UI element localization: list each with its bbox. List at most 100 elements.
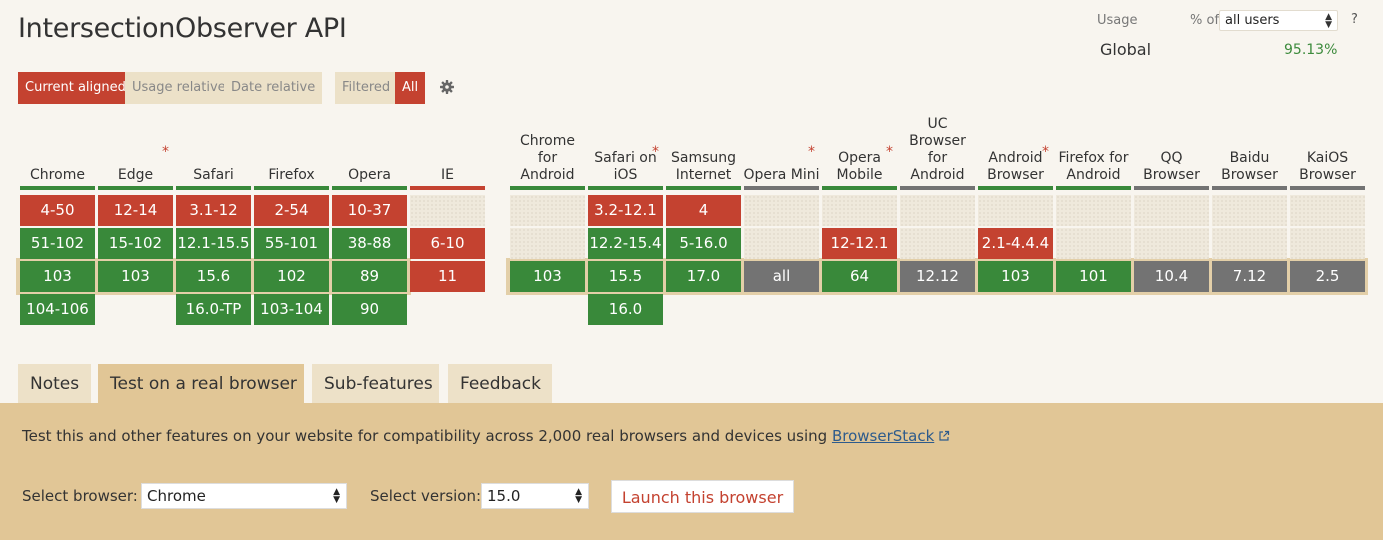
- support-cell[interactable]: 11: [410, 261, 485, 292]
- support-cell[interactable]: 12.2-15.4: [588, 228, 663, 259]
- current-aligned-button[interactable]: Current aligned: [18, 72, 133, 104]
- browser-header-uc-browser-for-android: UC Browser for Android: [899, 114, 976, 184]
- support-cell[interactable]: 3.2-12.1: [588, 195, 663, 226]
- all-button[interactable]: All: [395, 72, 426, 104]
- browser-name-line: Samsung: [670, 150, 737, 166]
- support-cell: [744, 228, 819, 259]
- support-cell[interactable]: 12.1-15.5: [176, 228, 251, 259]
- support-cell[interactable]: 89: [332, 261, 407, 292]
- support-cell[interactable]: 5-16.0: [666, 228, 741, 259]
- support-cell[interactable]: 7.12: [1212, 261, 1287, 292]
- browser-name-line: QQ: [1160, 150, 1183, 166]
- support-cell[interactable]: 12.12: [900, 261, 975, 292]
- support-cell[interactable]: 104-106: [20, 294, 95, 325]
- browser-support-bar: [20, 186, 95, 190]
- support-cell[interactable]: 102: [254, 261, 329, 292]
- percent-of-label: % of: [1190, 13, 1220, 28]
- support-cell: [1134, 228, 1209, 259]
- browser-name-line: iOS: [613, 167, 638, 183]
- browser-support-bar: [666, 186, 741, 190]
- support-cell[interactable]: 6-10: [410, 228, 485, 259]
- browser-support-bar: [98, 186, 173, 190]
- tab-feedback[interactable]: Feedback: [448, 364, 552, 404]
- browser-header-baidu-browser: Baidu Browser: [1211, 114, 1288, 184]
- description-text: Test this and other features on your web…: [22, 427, 832, 445]
- usage-label: Usage: [1097, 13, 1138, 28]
- support-cell[interactable]: all: [744, 261, 819, 292]
- browser-name-line: Safari on: [594, 150, 657, 166]
- browser-name-line: for: [537, 150, 558, 166]
- support-cell[interactable]: 16.0: [588, 294, 663, 325]
- filtered-button[interactable]: Filtered: [335, 72, 398, 104]
- browser-name-line: Opera Mini: [743, 167, 820, 183]
- browser-name-line: Browser: [909, 133, 966, 149]
- browser-support-bar: [1134, 186, 1209, 190]
- support-cell[interactable]: 64: [822, 261, 897, 292]
- browser-support-bar: [410, 186, 485, 190]
- support-cell[interactable]: 17.0: [666, 261, 741, 292]
- browser-name-line: Android: [520, 167, 575, 183]
- support-cell[interactable]: 12-12.1: [822, 228, 897, 259]
- browser-header-samsung-internet: Samsung Internet: [665, 114, 742, 184]
- support-cell: [1056, 195, 1131, 226]
- support-cell[interactable]: 10-37: [332, 195, 407, 226]
- partial-support-note-icon: *: [652, 144, 659, 160]
- support-cell[interactable]: 103: [20, 261, 95, 292]
- browser-header-qq-browser: QQ Browser: [1133, 114, 1210, 184]
- tab-notes[interactable]: Notes: [18, 364, 91, 404]
- support-cell[interactable]: 2.5: [1290, 261, 1365, 292]
- support-cell[interactable]: 12-14: [98, 195, 173, 226]
- support-cell: [1134, 195, 1209, 226]
- support-cell: [510, 195, 585, 226]
- global-label: Global: [1100, 40, 1152, 59]
- browser-name-line: for: [927, 150, 948, 166]
- support-cell[interactable]: 15-102: [98, 228, 173, 259]
- support-cell[interactable]: 103: [98, 261, 173, 292]
- browser-support-bar: [588, 186, 663, 190]
- support-cell[interactable]: 2.1-4.4.4: [978, 228, 1053, 259]
- support-cell[interactable]: 2-54: [254, 195, 329, 226]
- support-cell[interactable]: 4-50: [20, 195, 95, 226]
- support-cell: [1212, 228, 1287, 259]
- support-cell[interactable]: 55-101: [254, 228, 329, 259]
- support-cell[interactable]: 103: [978, 261, 1053, 292]
- support-cell: [1290, 195, 1365, 226]
- support-cell[interactable]: 103-104: [254, 294, 329, 325]
- date-relative-button[interactable]: Date relative: [224, 72, 323, 104]
- support-cell[interactable]: 15.6: [176, 261, 251, 292]
- support-cell[interactable]: 38-88: [332, 228, 407, 259]
- browser-support-bar: [332, 186, 407, 190]
- support-cell: [410, 195, 485, 226]
- support-cell[interactable]: 16.0-TP: [176, 294, 251, 325]
- launch-browser-button[interactable]: Launch this browser: [611, 480, 794, 513]
- browser-name-line: Browser: [1143, 167, 1200, 183]
- page-title: IntersectionObserver API: [18, 13, 347, 44]
- browserstack-link[interactable]: BrowserStack: [832, 427, 934, 445]
- tab-sub-features[interactable]: Sub-features: [312, 364, 439, 404]
- tab-test-on-real-browser[interactable]: Test on a real browser: [98, 364, 304, 404]
- settings-gear-icon[interactable]: [439, 79, 455, 95]
- browser-name-line: Android: [1066, 167, 1121, 183]
- help-link[interactable]: ?: [1351, 12, 1358, 27]
- browser-support-bar: [744, 186, 819, 190]
- browser-support-bar: [1056, 186, 1131, 190]
- usage-population-value: all users: [1225, 13, 1280, 28]
- browser-name-line: Android: [988, 150, 1043, 166]
- support-cell: [744, 195, 819, 226]
- browser-select[interactable]: Chrome ▲ ▼: [141, 483, 347, 509]
- select-arrows-icon: ▲ ▼: [1325, 12, 1332, 30]
- support-cell[interactable]: 3.1-12: [176, 195, 251, 226]
- support-cell[interactable]: 101: [1056, 261, 1131, 292]
- support-cell: [822, 195, 897, 226]
- usage-relative-button[interactable]: Usage relative: [125, 72, 233, 104]
- support-cell[interactable]: 10.4: [1134, 261, 1209, 292]
- version-select[interactable]: 15.0 ▲ ▼: [481, 483, 589, 509]
- support-cell[interactable]: 103: [510, 261, 585, 292]
- usage-population-select[interactable]: all users ▲ ▼: [1219, 10, 1338, 31]
- support-cell[interactable]: 4: [666, 195, 741, 226]
- support-cell[interactable]: 15.5: [588, 261, 663, 292]
- browser-support-bar: [254, 186, 329, 190]
- browser-support-bar: [176, 186, 251, 190]
- support-cell[interactable]: 90: [332, 294, 407, 325]
- support-cell[interactable]: 51-102: [20, 228, 95, 259]
